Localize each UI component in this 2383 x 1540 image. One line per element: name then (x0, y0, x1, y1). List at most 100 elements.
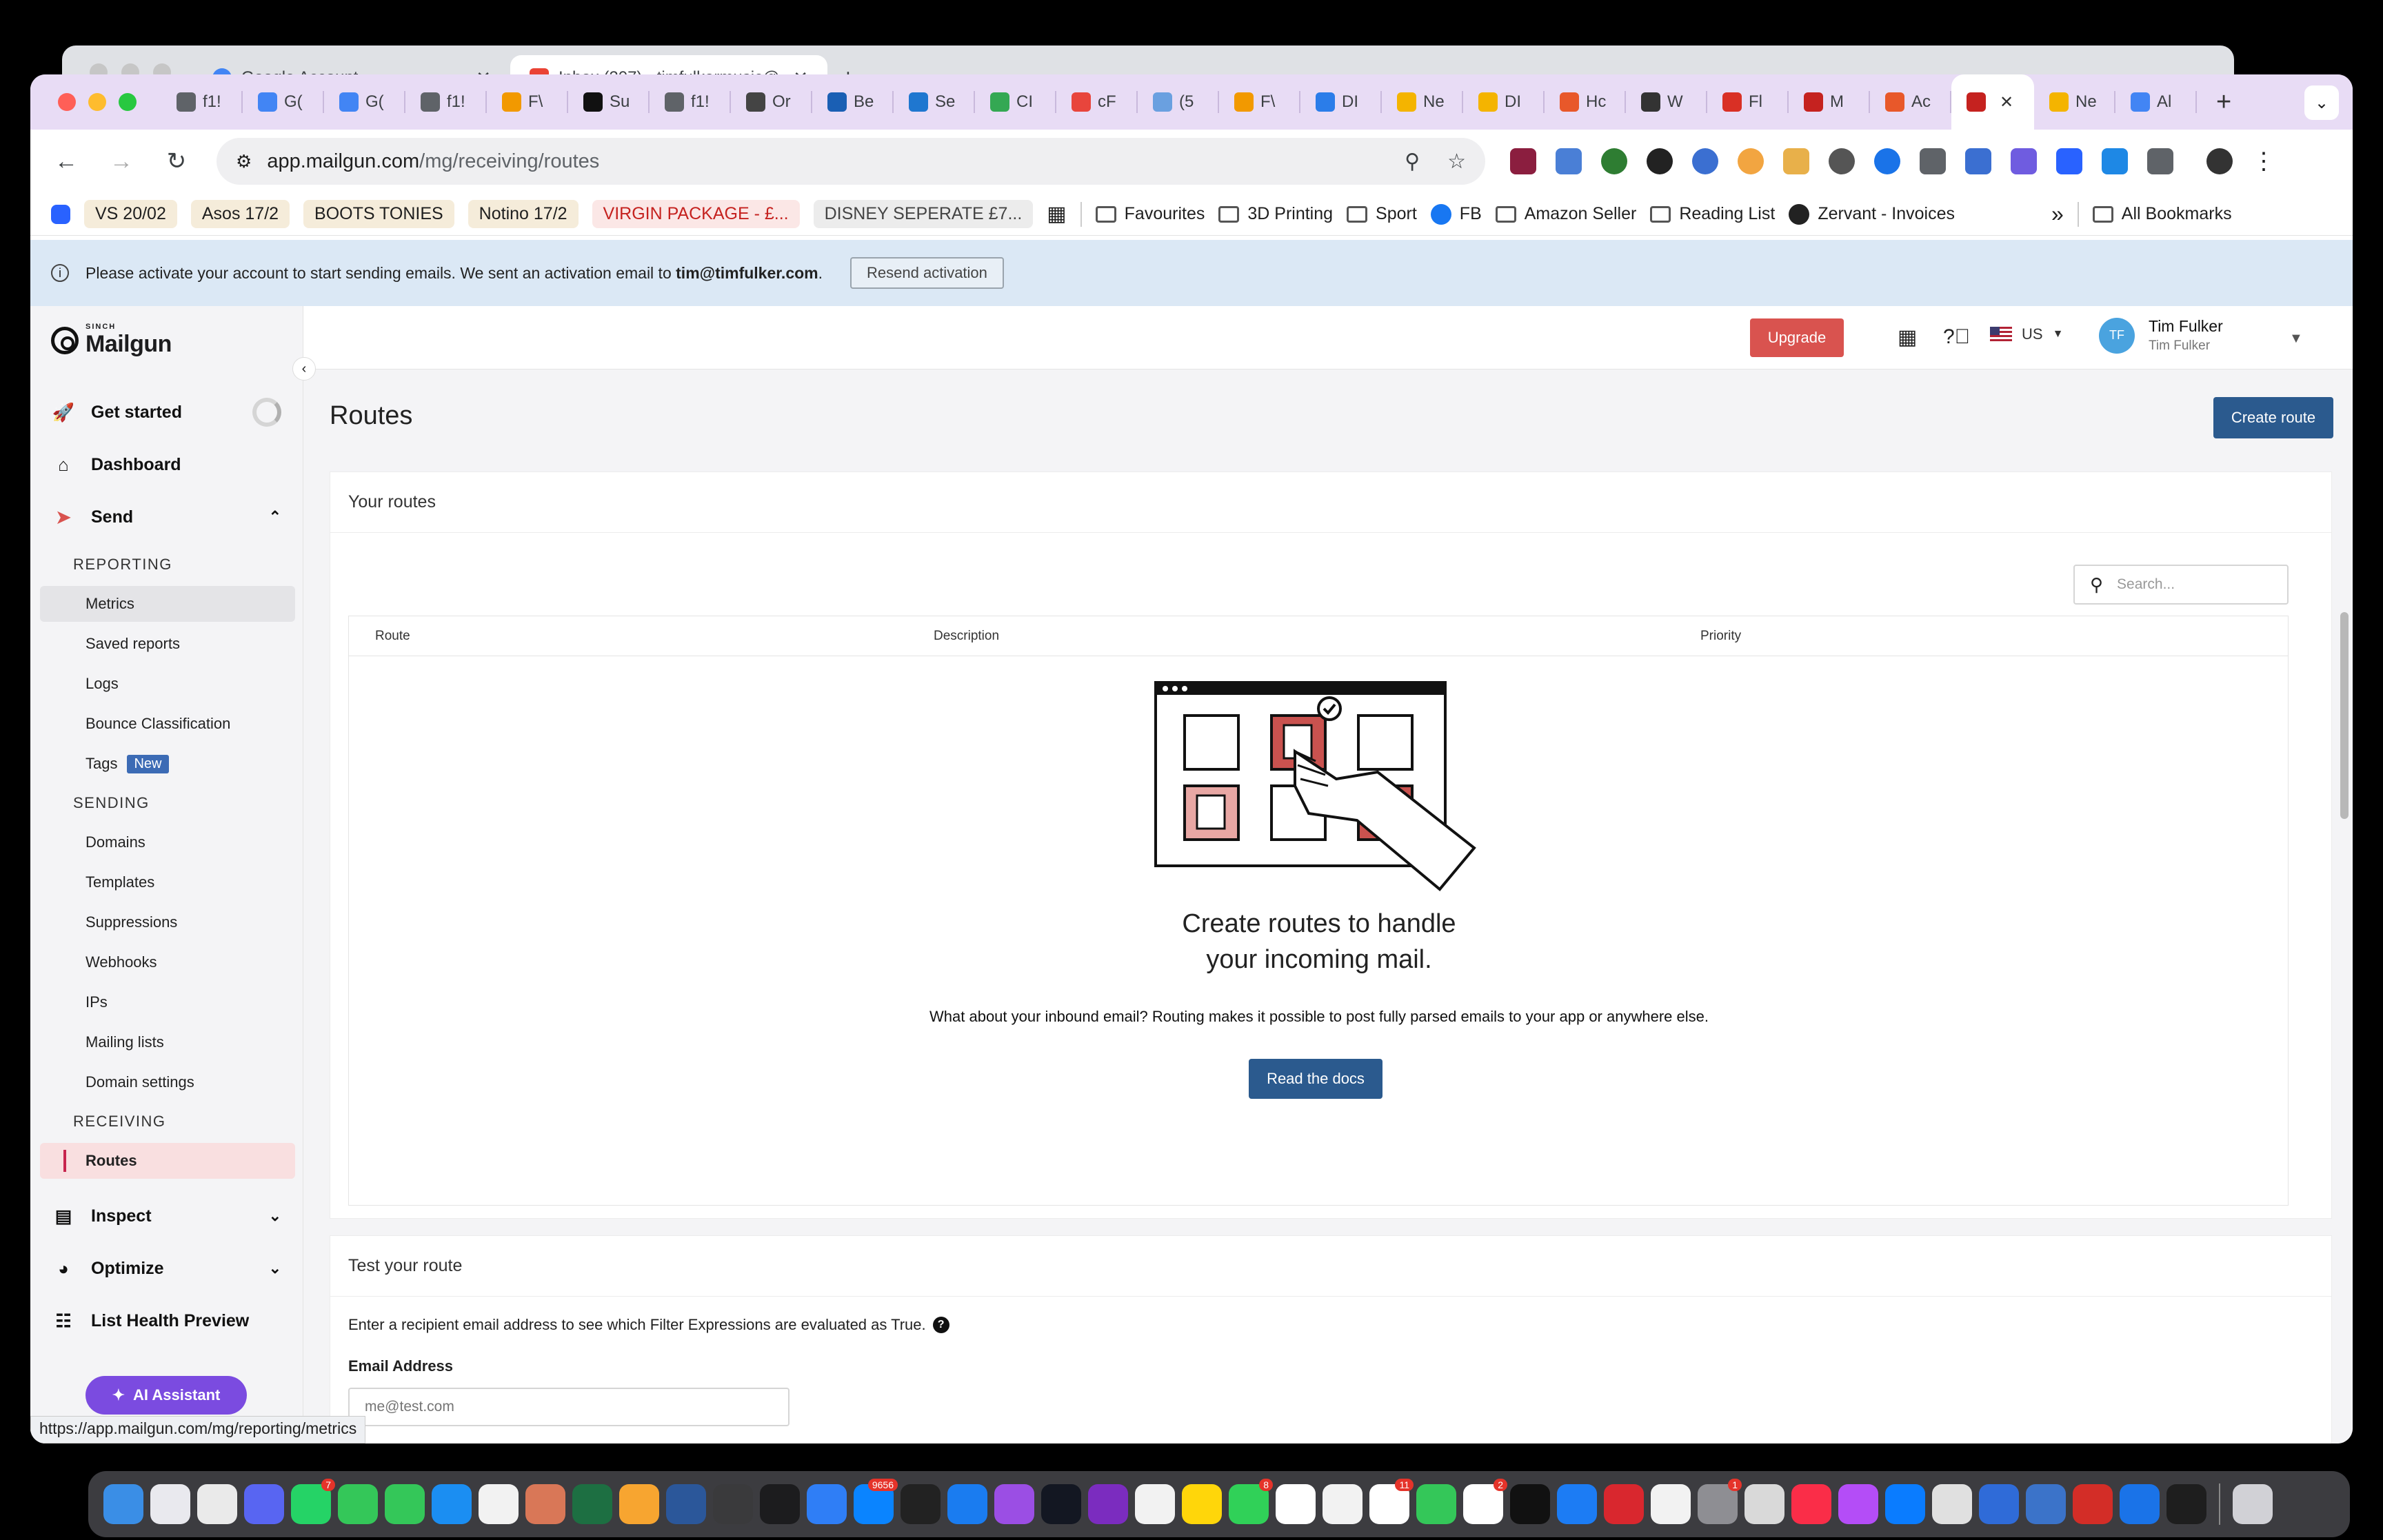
dock-app-calendar-icon[interactable] (1276, 1484, 1316, 1524)
browser-tab[interactable]: DI (1300, 74, 1382, 130)
dock-app-messages-icon[interactable] (385, 1484, 425, 1524)
bookmark[interactable]: BOOTS TONIES (303, 200, 454, 228)
all-bookmarks-folder[interactable]: All Bookmarks (2092, 204, 2232, 224)
dock-app-whatsapp-icon[interactable]: 7 (291, 1479, 335, 1524)
browser-tab[interactable]: f1! (650, 74, 731, 130)
browser-tab[interactable]: Su (568, 74, 650, 130)
column-header-route[interactable]: Route (375, 629, 410, 644)
dock-app-finder-icon[interactable] (103, 1484, 143, 1524)
profile-avatar[interactable] (2206, 148, 2233, 174)
column-header-description[interactable]: Description (934, 629, 999, 644)
collapse-sidebar-button[interactable]: ‹ (292, 357, 316, 381)
forward-button[interactable]: → (106, 148, 137, 175)
new-tab-button[interactable]: + (2216, 88, 2231, 117)
extension-icon[interactable] (2056, 148, 2082, 174)
back-button[interactable]: ← (51, 148, 81, 175)
dock-app-calendar2-icon[interactable]: 11 (1369, 1479, 1414, 1524)
browser-tab[interactable]: Or (731, 74, 812, 130)
dock-app-mail-icon[interactable] (807, 1484, 847, 1524)
nav-item-domains[interactable]: Domains (40, 824, 295, 860)
1password-icon[interactable] (1874, 148, 1900, 174)
help-icon[interactable]: ? (932, 1317, 949, 1333)
address-bar[interactable]: ⚙ app.mailgun.com/mg/receiving/routes ⚲ … (217, 138, 1485, 185)
reload-button[interactable]: ↻ (161, 148, 192, 175)
nav-item-bounce-classification[interactable]: Bounce Classification (40, 706, 295, 742)
browser-tab[interactable]: Al (2115, 74, 2197, 130)
browser-tab[interactable]: Ac (1870, 74, 1951, 130)
column-header-priority[interactable]: Priority (1700, 629, 1741, 644)
dock-app-screenshot-icon[interactable] (713, 1484, 753, 1524)
dock-app-appstore-connect-icon[interactable]: 9656 (854, 1479, 898, 1524)
browser-tab[interactable]: Ne (2034, 74, 2115, 130)
nav-item-templates[interactable]: Templates (40, 864, 295, 900)
bookmark-star-icon[interactable]: ☆ (1447, 150, 1466, 174)
dock-app-nova-icon[interactable] (1088, 1484, 1128, 1524)
apps-grid-icon[interactable]: ▦ (1898, 325, 1917, 349)
bookmark-folder[interactable]: Reading List (1650, 204, 1775, 224)
dock-app-excel-icon[interactable] (572, 1484, 612, 1524)
dock-app-notes-icon[interactable] (1182, 1484, 1222, 1524)
dock-app-lastpass-icon[interactable] (2073, 1484, 2113, 1524)
dock-app-claude-icon[interactable] (525, 1484, 565, 1524)
region-selector[interactable]: US ▼ (1990, 325, 2063, 343)
dock-app-numbers-icon[interactable] (338, 1484, 378, 1524)
ai-assistant-button[interactable]: ✦ AI Assistant (86, 1376, 247, 1415)
page-scrollbar[interactable] (2340, 612, 2349, 819)
dock-app-translate-icon[interactable] (1323, 1484, 1363, 1524)
dock-app-discord-icon[interactable] (244, 1484, 284, 1524)
site-info-icon[interactable]: ⚙ (236, 151, 252, 172)
bookmark[interactable]: Notino 17/2 (467, 200, 579, 228)
dock-app-pages-icon[interactable] (619, 1484, 659, 1524)
email-address-field[interactable] (348, 1388, 790, 1426)
nav-list-health-preview[interactable]: ☷ List Health Preview (40, 1300, 295, 1341)
dock-app-preview2-icon[interactable] (2026, 1484, 2066, 1524)
dock-app-appstore-icon[interactable] (1557, 1484, 1597, 1524)
nav-item-logs[interactable]: Logs (40, 666, 295, 702)
read-the-docs-button[interactable]: Read the docs (1249, 1059, 1382, 1099)
browser-tab[interactable]: M (1789, 74, 1870, 130)
dock-app-affinity-icon[interactable] (1604, 1484, 1644, 1524)
nav-optimize[interactable]: ◕ Optimize ⌄ (40, 1248, 295, 1289)
bookmark-folder[interactable]: Sport (1347, 204, 1417, 224)
nav-dashboard[interactable]: ⌂ Dashboard (40, 444, 295, 485)
extension-icon[interactable] (2011, 148, 2037, 174)
dock-app-appletv-icon[interactable] (1510, 1484, 1550, 1524)
bookmark-folder[interactable]: Favourites (1095, 204, 1205, 224)
dock-app-music-icon[interactable] (1791, 1484, 1831, 1524)
minimize-window-button[interactable] (88, 93, 106, 111)
zoom-window-button[interactable] (119, 93, 137, 111)
dock-app-roblox-icon[interactable] (1979, 1484, 2019, 1524)
dock-app-findmy-icon[interactable] (1416, 1484, 1456, 1524)
home-extension-icon[interactable] (1783, 148, 1809, 174)
nav-inspect[interactable]: ▤ Inspect ⌄ (40, 1195, 295, 1237)
bookmark[interactable]: FB (1430, 203, 1482, 225)
user-menu[interactable]: TF Tim Fulker Tim Fulker (2099, 317, 2223, 354)
download-extension-icon[interactable] (1829, 148, 1855, 174)
dock-app-testflight-icon[interactable] (432, 1484, 472, 1524)
dock-app-tradingview-icon[interactable] (1041, 1484, 1081, 1524)
mailgun-logo[interactable]: SINCH Mailgun (51, 323, 172, 358)
nav-item-suppressions[interactable]: Suppressions (40, 904, 295, 940)
bookmark[interactable]: VS 20/02 (84, 200, 177, 228)
kebab-menu-icon[interactable]: ⋮ (2252, 148, 2275, 175)
nav-item-saved-reports[interactable]: Saved reports (40, 626, 295, 662)
browser-tab[interactable]: f1! (161, 74, 243, 130)
dock-app-facetime-icon[interactable]: 8 (1229, 1479, 1273, 1524)
extension-icon[interactable] (1692, 148, 1718, 174)
resend-activation-button[interactable]: Resend activation (850, 257, 1004, 289)
nav-item-ips[interactable]: IPs (40, 984, 295, 1020)
browser-tab[interactable]: CI (975, 74, 1056, 130)
dock-app-chrome-icon[interactable] (197, 1484, 237, 1524)
browser-tab[interactable]: Ne (1382, 74, 1463, 130)
analytics-extension-icon[interactable] (1556, 148, 1582, 174)
browser-tab[interactable]: W (1626, 74, 1707, 130)
dock-app-pencil-icon[interactable] (1932, 1484, 1972, 1524)
extension-icon[interactable] (1738, 148, 1764, 174)
tab-search-button[interactable]: ⌄ (2304, 85, 2339, 120)
dock-app-chatgpt-icon[interactable] (479, 1484, 519, 1524)
browser-tab[interactable]: DI (1463, 74, 1545, 130)
nav-item-metrics[interactable]: Metrics (40, 586, 295, 622)
dock-app-messenger-icon[interactable] (1885, 1484, 1925, 1524)
route-search-input[interactable]: ⚲ Search... (2073, 565, 2289, 605)
bookmark-folder[interactable]: 3D Printing (1218, 204, 1333, 224)
